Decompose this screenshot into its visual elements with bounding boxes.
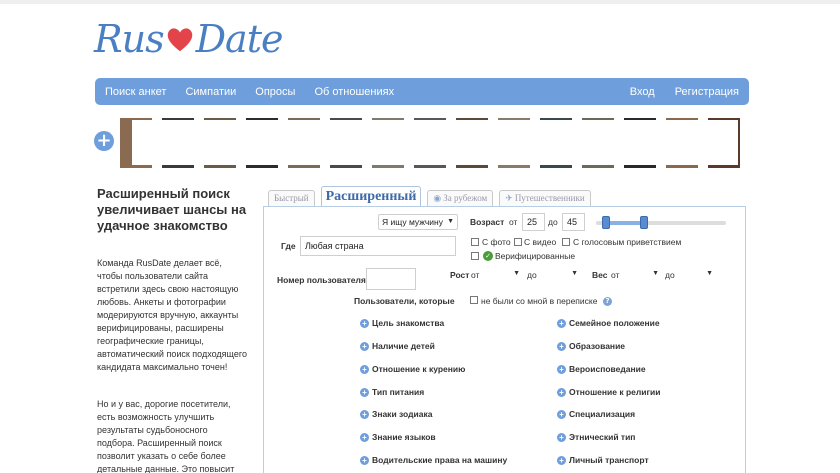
with-voice-checkbox[interactable] [562, 238, 570, 246]
chevron-down-icon: ▼ [447, 218, 454, 225]
weight-label: Вес [592, 270, 608, 280]
height-from-label: от [471, 270, 480, 280]
plus-icon: + [557, 432, 566, 442]
criterion-zodiac[interactable]: + Знаки зодиака [360, 409, 432, 419]
plane-icon: ✈ [505, 193, 513, 203]
tab-travelers[interactable]: ✈ Путешественники [499, 190, 591, 206]
add-photo-button[interactable]: + [94, 131, 114, 151]
with-voice-label: С голосовым приветствием [573, 237, 682, 247]
criterion-personal-transport[interactable]: + Личный транспорт [557, 455, 649, 465]
plus-icon: + [360, 387, 369, 397]
weight-to-label: до [665, 270, 675, 280]
with-photo-label: С фото [482, 237, 511, 247]
height-label: Рост [450, 270, 470, 280]
nav-polls[interactable]: Опросы [255, 86, 295, 98]
photo-strip-overlay [132, 120, 738, 165]
user-number-input[interactable] [366, 268, 416, 290]
verified-icon: ✓ [483, 251, 493, 261]
criterion-attitude-religion[interactable]: + Отношение к религии [557, 387, 661, 397]
plus-icon: + [557, 387, 566, 397]
plus-icon: + [360, 409, 369, 419]
where-label: Где [281, 241, 296, 251]
site-logo[interactable]: Rus Date [94, 16, 284, 62]
location-input[interactable]: Любая страна [300, 236, 456, 256]
age-to-label: до [548, 217, 558, 227]
plus-icon: + [557, 409, 566, 419]
sidebar-paragraph-1: Команда RusDate делает всё, чтобы пользо… [97, 258, 247, 372]
plus-icon: + [360, 432, 369, 442]
tab-abroad[interactable]: ◉ За рубежом [427, 190, 494, 206]
age-from-label: от [509, 217, 518, 227]
weight-to-select[interactable]: ▼ [676, 267, 716, 283]
criterion-children[interactable]: + Наличие детей [360, 341, 435, 351]
help-icon[interactable]: ? [603, 297, 612, 306]
with-video-label: С видео [524, 237, 557, 247]
nav-register[interactable]: Регистрация [675, 86, 739, 98]
plus-icon: + [557, 455, 566, 465]
logo-text-rus: Rus [94, 17, 165, 61]
plus-icon: + [557, 364, 566, 374]
no-chat-checkbox[interactable] [470, 296, 478, 304]
tab-extended[interactable]: Расширенный [320, 186, 422, 206]
height-from-select[interactable]: ▼ [481, 267, 523, 283]
top-border [0, 0, 840, 4]
sidebar-heading: Расширенный поиск увеличивает шансы на у… [97, 186, 247, 233]
criterion-driving-license[interactable]: + Водительские права на машину [360, 455, 507, 465]
criterion-specialization[interactable]: + Специализация [557, 409, 635, 419]
user-number-label: Номер пользователя [277, 275, 366, 285]
plus-icon: + [360, 341, 369, 351]
verified-checkbox[interactable] [471, 252, 479, 260]
criterion-religion[interactable]: + Вероисповедание [557, 364, 646, 374]
criterion-dating-goal[interactable]: + Цель знакомства [360, 318, 444, 328]
users-who-label: Пользователи, которые [354, 296, 455, 306]
age-slider-range [606, 221, 644, 225]
globe-icon: ◉ [433, 193, 442, 203]
height-to-label: до [527, 270, 537, 280]
criterion-ethnic-type[interactable]: + Этнический тип [557, 432, 635, 442]
plus-icon: + [360, 455, 369, 465]
nav-search-profiles[interactable]: Поиск анкет [105, 86, 166, 98]
heart-icon [167, 28, 192, 52]
sidebar-paragraph-2: Но и у вас, дорогие посетители, есть воз… [97, 399, 235, 473]
no-chat-label: не были со мной в переписке [481, 296, 598, 306]
criterion-smoking[interactable]: + Отношение к курению [360, 364, 465, 374]
weight-from-label: от [611, 270, 620, 280]
nav-likes[interactable]: Симпатии [185, 86, 236, 98]
verified-label: Верифицированные [495, 251, 576, 261]
seeking-select[interactable]: Я ищу мужчину ▼ [378, 214, 458, 230]
nav-about-relationships[interactable]: Об отношениях [314, 86, 394, 98]
age-from-input[interactable]: 25 [522, 213, 545, 231]
with-photo-checkbox[interactable] [471, 238, 479, 246]
criterion-marital-status[interactable]: + Семейное положение [557, 318, 660, 328]
tab-quick[interactable]: Быстрый [268, 190, 315, 206]
age-slider-min-handle[interactable] [602, 216, 610, 229]
height-to-select[interactable]: ▼ [539, 267, 581, 283]
age-to-input[interactable]: 45 [562, 213, 585, 231]
plus-icon: + [360, 364, 369, 374]
chevron-down-icon: ▼ [652, 270, 659, 277]
main-nav: Поиск анкет Симпатии Опросы Об отношения… [95, 78, 749, 105]
chevron-down-icon: ▼ [513, 270, 520, 277]
age-label: Возраст [470, 217, 505, 227]
criterion-diet[interactable]: + Тип питания [360, 387, 424, 397]
criterion-languages[interactable]: + Знание языков [360, 432, 436, 442]
logo-text-date: Date [195, 17, 284, 61]
age-slider-max-handle[interactable] [640, 216, 648, 229]
plus-icon: + [557, 341, 566, 351]
with-video-checkbox[interactable] [514, 238, 522, 246]
criterion-education[interactable]: + Образование [557, 341, 625, 351]
weight-from-select[interactable]: ▼ [622, 267, 662, 283]
plus-icon: + [557, 318, 566, 328]
search-tabs: Быстрый Расширенный ◉ За рубежом ✈ Путешес… [268, 186, 591, 206]
chevron-down-icon: ▼ [706, 270, 713, 277]
plus-icon: + [360, 318, 369, 328]
nav-login[interactable]: Вход [630, 86, 655, 98]
chevron-down-icon: ▼ [571, 270, 578, 277]
